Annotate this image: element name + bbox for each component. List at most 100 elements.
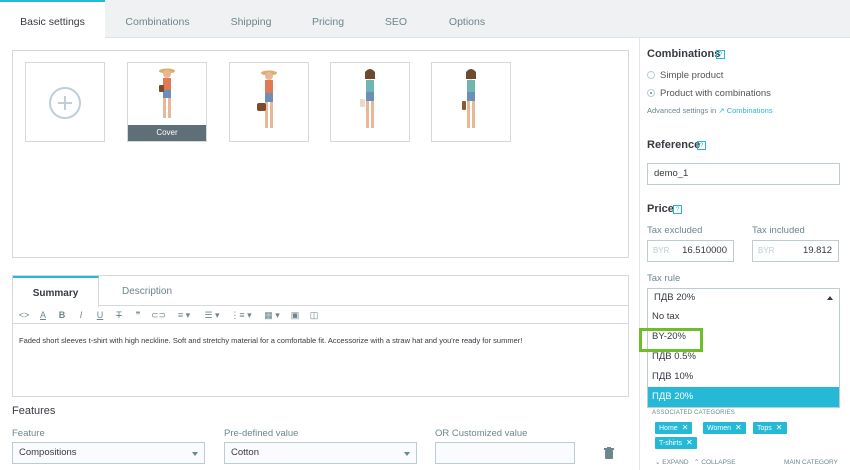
advanced-settings-label: Advanced settings in [647, 106, 717, 115]
category-chip-tops[interactable]: Tops ✕ [753, 422, 787, 434]
close-icon[interactable]: ✕ [735, 423, 742, 432]
chevron-down-icon: ⌄ [655, 459, 661, 466]
category-chip-label: Women [707, 425, 731, 432]
model-photo-icon [360, 69, 375, 128]
price-tax-included-input[interactable]: BYR 19.812 [752, 240, 839, 262]
bullet-list-icon[interactable]: ☰ ▾ [201, 308, 223, 322]
features-title: Features [12, 405, 56, 417]
link-icon[interactable]: ⊂⊃ [151, 308, 166, 322]
category-chip-women[interactable]: Women ✕ [703, 422, 746, 434]
text-color-icon[interactable]: A [36, 308, 50, 322]
help-icon[interactable]: ? [697, 141, 706, 150]
quote-icon[interactable]: ❞ [132, 308, 144, 322]
source-code-icon[interactable]: <> [17, 308, 31, 322]
collapse-button[interactable]: ⌃ COLLAPSE [694, 458, 736, 466]
category-chip-label: Tops [757, 425, 772, 432]
associated-categories-label: ASSOCIATED CATEGORIES [652, 410, 735, 416]
product-with-combinations-label: Product with combinations [660, 88, 771, 99]
expand-button[interactable]: ⌄ EXPAND [655, 458, 689, 466]
reference-title: Reference [647, 139, 701, 151]
collapse-label: COLLAPSE [701, 459, 736, 466]
model-photo-icon [159, 68, 175, 118]
tab-combinations[interactable]: Combinations [105, 0, 210, 38]
feature-select-value: Compositions [19, 447, 77, 458]
product-image-3[interactable] [330, 62, 410, 142]
model-photo-icon [462, 69, 476, 128]
predefined-value-select[interactable]: Cotton [224, 442, 417, 464]
tab-description[interactable]: Description [99, 276, 195, 305]
category-chip-tshirts[interactable]: T-shirts ✕ [655, 437, 697, 449]
product-image-1[interactable]: Cover [127, 62, 207, 142]
tax-option-pdv-0-5[interactable]: ПДВ 0.5% [648, 347, 839, 367]
product-image-4[interactable] [431, 62, 511, 142]
underline-icon[interactable]: U [94, 308, 106, 322]
trash-icon[interactable] [604, 447, 614, 459]
product-with-combinations-radio[interactable] [647, 89, 655, 97]
external-link-icon: ↗ [718, 106, 725, 115]
help-icon[interactable]: ? [716, 50, 725, 59]
editor-tabs: Summary Description [13, 276, 628, 307]
align-icon[interactable]: ≡ ▾ [173, 308, 195, 322]
tax-rule-options: No tax BY-20% ПДВ 0.5% ПДВ 10% ПДВ 20% [647, 307, 840, 408]
tax-rule-select[interactable]: ПДВ 20% [647, 288, 840, 308]
product-tabs: Basic settings Combinations Shipping Pri… [0, 0, 850, 39]
tax-option-pdv-20[interactable]: ПДВ 20% [648, 387, 839, 407]
main-category-label: MAIN CATEGORY [784, 459, 838, 466]
simple-product-radio[interactable] [647, 71, 655, 79]
strikethrough-icon[interactable]: T [113, 308, 125, 322]
summary-text[interactable]: Faded short sleeves t-shirt with high ne… [19, 336, 522, 345]
table-icon[interactable]: ▦ ▾ [261, 308, 283, 322]
tab-shipping[interactable]: Shipping [210, 0, 292, 38]
predefined-value-select-value: Cotton [231, 447, 259, 458]
chevron-up-icon: ⌃ [694, 459, 700, 466]
product-images: Cover [12, 50, 629, 258]
close-icon[interactable]: ✕ [682, 423, 689, 432]
currency-prefix: BYR [758, 246, 775, 255]
tab-pricing[interactable]: Pricing [292, 0, 364, 38]
tab-options[interactable]: Options [428, 0, 506, 38]
feature-select[interactable]: Compositions [12, 442, 205, 464]
tax-option-pdv-10[interactable]: ПДВ 10% [648, 367, 839, 387]
custom-value-label: OR Customized value [435, 428, 528, 439]
tax-rule-label: Tax rule [647, 273, 681, 284]
italic-icon[interactable]: I [75, 308, 87, 322]
tax-rule-value: ПДВ 20% [654, 292, 696, 303]
expand-label: EXPAND [662, 459, 689, 466]
chevron-up-icon [827, 296, 833, 300]
tax-excluded-value: 16.510000 [682, 245, 727, 256]
tab-seo[interactable]: SEO [364, 0, 428, 38]
tax-excluded-label: Tax excluded [647, 225, 703, 236]
tab-basic-settings[interactable]: Basic settings [0, 0, 105, 39]
description-editor: Summary Description <> A B I U T ❞ ⊂⊃ ≡ … [12, 275, 629, 397]
tax-option-by-20[interactable]: BY-20% [648, 327, 839, 347]
chevron-down-icon [192, 452, 198, 456]
advanced-settings-text: Advanced settings in ↗ Combinations [647, 106, 773, 115]
reference-input[interactable]: demo_1 [647, 163, 840, 185]
price-tax-excluded-input[interactable]: BYR 16.510000 [647, 240, 734, 262]
chevron-down-icon [404, 452, 410, 456]
feature-label: Feature [12, 428, 45, 439]
plus-icon [49, 87, 81, 119]
media-icon[interactable]: ◫ [308, 308, 320, 322]
currency-prefix: BYR [653, 246, 670, 255]
product-image-2[interactable] [229, 62, 309, 142]
combinations-link[interactable]: Combinations [727, 106, 773, 115]
custom-value-input[interactable] [435, 442, 575, 464]
close-icon[interactable]: ✕ [686, 438, 693, 447]
cover-label: Cover [128, 125, 206, 141]
bold-icon[interactable]: B [56, 308, 68, 322]
tax-included-label: Tax included [752, 225, 805, 236]
image-icon[interactable]: ▣ [289, 308, 301, 322]
simple-product-label: Simple product [660, 70, 724, 81]
add-image-button[interactable] [25, 62, 105, 142]
tax-option-no-tax[interactable]: No tax [648, 307, 839, 327]
model-photo-icon [257, 70, 277, 128]
numbered-list-icon[interactable]: ⋮≡ ▾ [229, 308, 253, 322]
help-icon[interactable]: ? [673, 205, 682, 214]
combinations-title: Combinations [647, 48, 721, 60]
category-chip-home[interactable]: Home ✕ [655, 422, 693, 434]
category-chip-label: T-shirts [659, 440, 682, 447]
tab-summary[interactable]: Summary [13, 276, 99, 307]
tax-included-value: 19.812 [802, 245, 832, 256]
close-icon[interactable]: ✕ [776, 423, 783, 432]
